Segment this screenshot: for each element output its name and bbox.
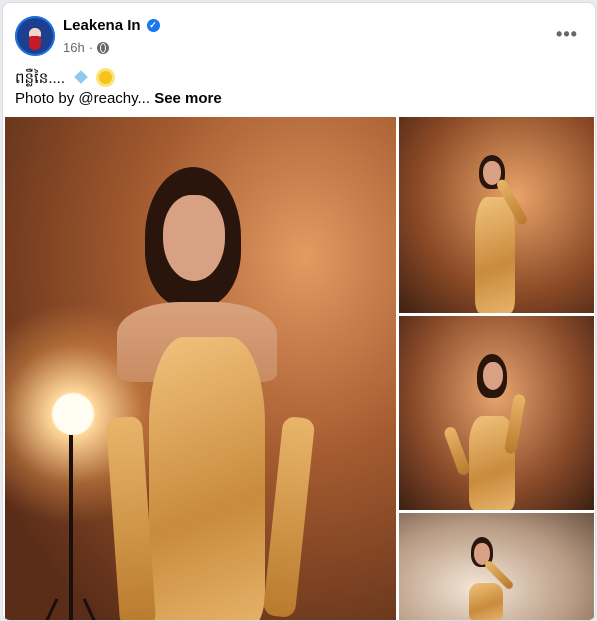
- sun-icon: [99, 71, 113, 84]
- lamp-leg: [82, 598, 103, 620]
- more-options-button[interactable]: •••: [549, 21, 585, 51]
- see-more-link[interactable]: See more: [154, 90, 222, 107]
- author-name[interactable]: Leakena In: [63, 17, 141, 34]
- gem-icon: [74, 70, 88, 84]
- post-photo-2[interactable]: [399, 117, 594, 313]
- caption-line-1: ពន្លឺនៃ....: [15, 70, 65, 87]
- post-caption: ពន្លឺនៃ.... Photo by @reachy... See more: [15, 69, 222, 109]
- post-meta: 16h ·: [63, 40, 110, 55]
- lamp-leg: [38, 598, 59, 620]
- author-avatar[interactable]: [15, 16, 55, 56]
- globe-icon[interactable]: [97, 41, 110, 54]
- lamp-stand: [69, 435, 73, 620]
- post-card: Leakena In ✓ 16h · ••• ពន្លឺនៃ.... Photo…: [2, 2, 596, 621]
- post-photo-main[interactable]: [5, 117, 396, 620]
- post-photo-4[interactable]: [399, 513, 594, 620]
- post-time[interactable]: 16h: [63, 40, 85, 55]
- post-photo-3[interactable]: [399, 316, 594, 510]
- caption-line-2: Photo by @reachy...: [15, 90, 151, 107]
- meta-separator: ·: [88, 40, 94, 55]
- verified-badge-icon: ✓: [146, 19, 160, 32]
- author-row: Leakena In ✓: [63, 17, 160, 34]
